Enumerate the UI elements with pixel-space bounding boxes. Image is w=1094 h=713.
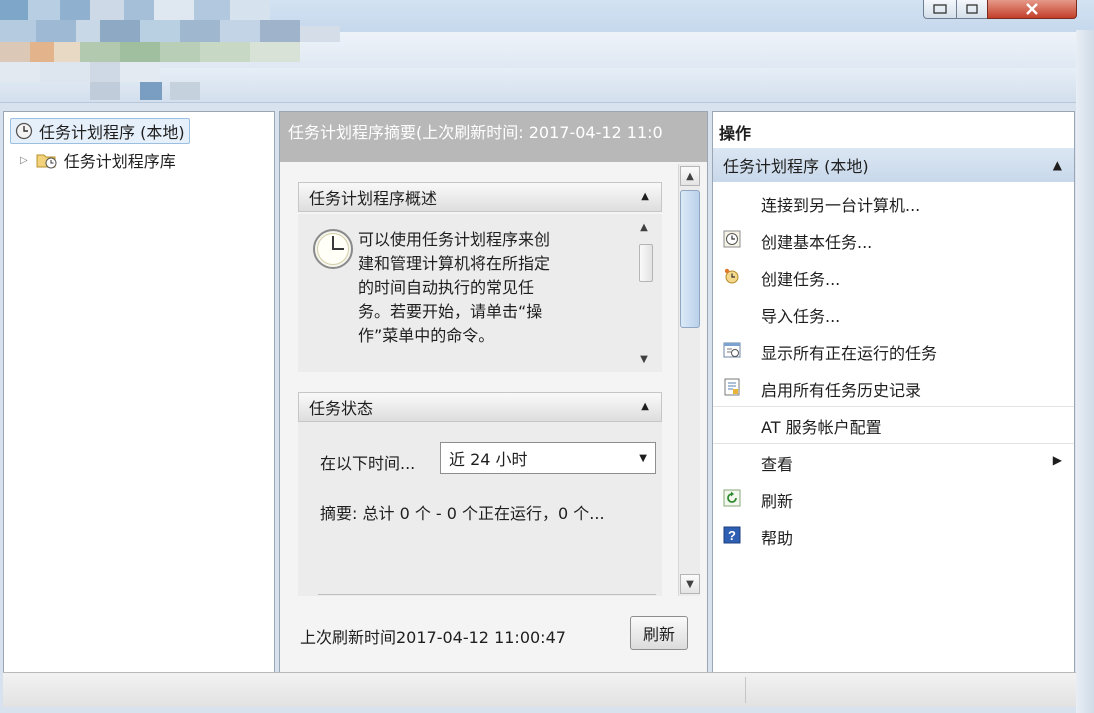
overview-line: 可以使用任务计划程序来创	[358, 230, 551, 249]
help-icon: ?	[723, 526, 741, 544]
tree-item-task-library[interactable]: ▷ 任务计划程序库	[20, 148, 176, 172]
dropdown-arrow-icon[interactable]: ▼	[639, 453, 647, 464]
summary-scrollbar[interactable]: ▲ ▼	[678, 164, 700, 596]
clock-icon	[15, 122, 33, 140]
last-refresh-time: 上次刷新时间2017-04-12 11:00:47	[300, 628, 566, 647]
tree-item-label: 任务计划程序库	[63, 152, 176, 171]
time-range-dropdown[interactable]: 近 24 小时 ▼	[440, 442, 656, 474]
overview-line: 建和管理计算机将在所指定	[358, 254, 551, 273]
close-icon	[1026, 3, 1038, 15]
tree-item-label: 任务计划程序 (本地)	[39, 123, 185, 142]
scroll-down-icon[interactable]: ▼	[680, 574, 700, 594]
overview-line: 作”菜单中的命令。	[358, 326, 495, 345]
minimize-icon	[933, 4, 947, 14]
actions-pane: 操作 任务计划程序 (本地) ▲ 连接到另一台计算机... 创建基本任务... …	[712, 111, 1075, 674]
scroll-up-icon[interactable]: ▲	[680, 166, 700, 186]
refresh-button[interactable]: 刷新	[630, 616, 688, 650]
action-label: 显示所有正在运行的任务	[761, 344, 938, 363]
action-label: 连接到另一台计算机...	[761, 196, 921, 215]
running-tasks-icon	[723, 342, 741, 358]
action-refresh[interactable]: 刷新	[713, 480, 1074, 517]
basic-task-icon	[723, 230, 741, 248]
action-label: 导入任务...	[761, 307, 841, 326]
action-label: AT 服务帐户配置	[761, 418, 882, 437]
collapse-icon[interactable]: ▲	[641, 401, 649, 412]
status-title: 任务状态	[309, 399, 374, 418]
scroll-thumb[interactable]	[639, 244, 653, 282]
time-range-label: 在以下时间...	[320, 454, 416, 473]
overview-section-header[interactable]: 任务计划程序概述 ▲	[298, 182, 662, 212]
action-show-running-tasks[interactable]: 显示所有正在运行的任务	[713, 332, 1074, 369]
status-bar-divider	[745, 677, 746, 703]
submenu-arrow-icon: ▶	[1052, 453, 1062, 467]
action-label: 刷新	[761, 492, 794, 511]
overview-title: 任务计划程序概述	[309, 189, 438, 208]
scroll-down-icon[interactable]: ▼	[635, 350, 653, 368]
pixelated-redaction	[0, 0, 340, 100]
summary-pane: 任务计划程序摘要(上次刷新时间: 2017-04-12 11:0 任务计划程序概…	[279, 111, 708, 674]
status-summary: 摘要: 总计 0 个 - 0 个正在运行，0 个...	[320, 504, 605, 523]
restore-icon	[966, 4, 978, 14]
action-import-task[interactable]: 导入任务...	[713, 295, 1074, 332]
action-label: 启用所有任务历史记录	[761, 381, 922, 400]
refresh-icon	[723, 489, 741, 507]
navigation-tree: 任务计划程序 (本地) ▷ 任务计划程序库	[3, 111, 275, 674]
status-bar	[3, 672, 1076, 707]
scroll-thumb[interactable]	[680, 190, 700, 328]
action-at-service-account[interactable]: AT 服务帐户配置	[713, 406, 1074, 444]
divider	[318, 594, 656, 595]
overview-description: 可以使用任务计划程序来创 建和管理计算机将在所指定 的时间自动执行的常见任 务。…	[358, 228, 608, 348]
scroll-up-icon[interactable]: ▲	[635, 218, 653, 236]
overview-line: 务。若要开始，请单击“操	[358, 302, 543, 321]
overview-scrollbar[interactable]: ▲ ▼	[634, 216, 656, 370]
svg-text:?: ?	[728, 528, 736, 543]
create-task-icon	[724, 268, 739, 284]
status-section-header[interactable]: 任务状态 ▲	[298, 392, 662, 422]
action-view[interactable]: 查看 ▶	[713, 443, 1074, 480]
maximize-button[interactable]	[956, 0, 988, 19]
actions-title: 操作	[719, 124, 752, 143]
scheduler-clock-icon	[313, 229, 353, 269]
action-create-task[interactable]: 创建任务...	[713, 258, 1074, 295]
collapse-icon[interactable]: ▲	[641, 191, 649, 202]
action-label: 创建基本任务...	[761, 233, 873, 252]
action-label: 创建任务...	[761, 270, 841, 289]
action-create-basic-task[interactable]: 创建基本任务...	[713, 221, 1074, 258]
actions-group-header[interactable]: 任务计划程序 (本地) ▲	[713, 148, 1074, 182]
summary-header: 任务计划程序摘要(上次刷新时间: 2017-04-12 11:0	[280, 112, 707, 162]
actions-group-label: 任务计划程序 (本地)	[723, 157, 869, 176]
action-label: 帮助	[761, 529, 794, 548]
expand-arrow-icon[interactable]: ▷	[20, 155, 28, 166]
history-icon	[724, 378, 740, 396]
action-help[interactable]: ? 帮助	[713, 517, 1074, 554]
overview-line: 的时间自动执行的常见任	[358, 278, 535, 297]
close-button[interactable]	[987, 0, 1077, 19]
folder-clock-icon	[36, 154, 57, 169]
action-label: 查看	[761, 455, 794, 474]
tree-item-task-scheduler-local[interactable]: 任务计划程序 (本地)	[10, 118, 190, 144]
minimize-button[interactable]	[923, 0, 957, 19]
time-range-value: 近 24 小时	[449, 450, 528, 469]
action-enable-history[interactable]: 启用所有任务历史记录	[713, 369, 1074, 407]
window-right-border	[1076, 30, 1094, 713]
collapse-icon[interactable]: ▲	[1053, 158, 1062, 172]
action-connect-computer[interactable]: 连接到另一台计算机...	[713, 184, 1074, 221]
